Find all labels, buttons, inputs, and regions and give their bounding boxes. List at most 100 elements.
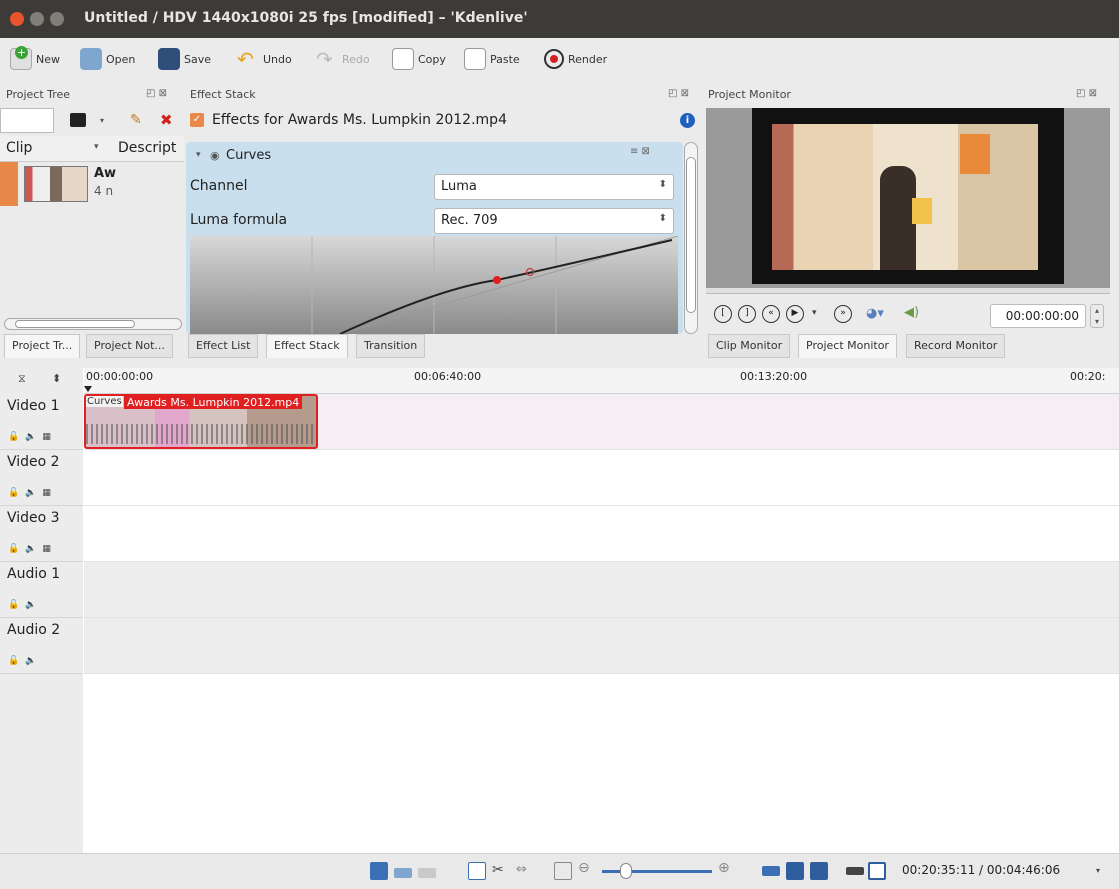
clip-list-item[interactable]: Aw 4 n xyxy=(0,162,184,206)
float-dock-icon[interactable]: ◰ ⊠ xyxy=(146,88,167,99)
show-markers-icon[interactable] xyxy=(418,868,436,878)
copy-button[interactable]: Copy xyxy=(392,46,446,72)
snap-icon[interactable] xyxy=(762,866,780,876)
timecode-input[interactable]: 00:00:00:00 xyxy=(990,304,1086,328)
ripple-icon[interactable] xyxy=(810,862,828,880)
zoom-slider[interactable] xyxy=(602,870,712,873)
track-controls-icons[interactable]: 🔓🔈▦ xyxy=(8,488,57,498)
overwrite-mode-icon[interactable] xyxy=(846,867,864,875)
add-clip-icon[interactable] xyxy=(70,113,86,127)
undo-button[interactable]: ↶ Undo xyxy=(237,46,292,72)
clip-list-header: Clip ▾ Descript xyxy=(0,136,184,162)
monitor-options-icon[interactable]: ◕▾ xyxy=(866,306,884,321)
forward-icon[interactable]: » xyxy=(834,305,852,323)
fit-zoom-icon[interactable] xyxy=(554,862,572,880)
zoom-slider-handle[interactable] xyxy=(620,863,632,879)
project-search-input[interactable] xyxy=(0,108,54,133)
close-window-icon[interactable] xyxy=(10,12,24,26)
zoom-out-icon[interactable]: ⊖ xyxy=(578,860,596,878)
tab-effect-list[interactable]: Effect List xyxy=(188,334,259,358)
split-audio-icon[interactable] xyxy=(786,862,804,880)
collapse-arrow-icon[interactable]: ▾ xyxy=(196,150,201,160)
horizontal-scrollbar[interactable] xyxy=(4,318,182,330)
monitor-ruler[interactable] xyxy=(706,288,1110,294)
track-lane-video-2[interactable] xyxy=(84,450,1119,506)
video-preview xyxy=(752,108,1064,284)
new-button[interactable]: + New xyxy=(10,46,60,72)
razor-tool-icon[interactable]: ✂ xyxy=(492,862,510,880)
maximize-window-icon[interactable] xyxy=(50,12,64,26)
set-zone-end-icon[interactable]: ] xyxy=(738,305,756,323)
track-header-video-1[interactable]: Video 1 🔓🔈▦ xyxy=(0,394,83,450)
chevron-down-icon[interactable]: ▾ xyxy=(100,116,104,125)
tab-project-tree[interactable]: Project Tr... xyxy=(4,334,81,358)
track-controls-icons[interactable]: 🔓🔈 xyxy=(8,600,42,610)
track-controls-icons[interactable]: 🔓🔈▦ xyxy=(8,544,57,554)
delete-clip-icon[interactable]: ✖ xyxy=(160,111,173,129)
folder-open-icon xyxy=(80,48,102,70)
effect-eye-icon[interactable]: ◉ xyxy=(210,149,220,162)
curve-point[interactable] xyxy=(493,276,501,284)
spacer-tool-icon[interactable]: ⇔ xyxy=(516,862,534,880)
video-frame xyxy=(772,124,1038,270)
timeline[interactable]: ⧖ ⬍ 00:00:00:00 00:06:40:00 00:13:20:00 … xyxy=(0,368,1119,853)
track-controls-icons[interactable]: 🔓🔈 xyxy=(8,656,42,666)
description-column-header[interactable]: Descript xyxy=(118,140,176,156)
tab-effect-stack[interactable]: Effect Stack xyxy=(266,334,348,358)
video-thumbnails-icon[interactable] xyxy=(370,862,388,880)
title-bar: Untitled / HDV 1440x1080i 25 fps [modifi… xyxy=(0,0,1119,38)
track-header-audio-1[interactable]: Audio 1 🔓🔈 xyxy=(0,562,83,618)
timecode-spinner[interactable]: ▴ ▾ xyxy=(1090,304,1104,328)
tab-clip-monitor[interactable]: Clip Monitor xyxy=(708,334,791,358)
track-name: Video 3 xyxy=(7,510,60,526)
copy-icon xyxy=(392,48,414,70)
float-dock-icon[interactable]: ◰ ⊠ xyxy=(1076,88,1097,99)
timeline-timecode: 00:20:35:11 / 00:04:46:06 xyxy=(902,863,1061,877)
audio-thumbnails-icon[interactable] xyxy=(394,868,412,878)
effect-stack-scrollbar[interactable] xyxy=(684,142,698,334)
selection-tool-icon[interactable] xyxy=(468,862,486,880)
set-zone-start-icon[interactable]: [ xyxy=(714,305,732,323)
certificate-image xyxy=(912,198,932,224)
zoom-in-icon[interactable]: ⊕ xyxy=(718,860,736,878)
chevron-down-icon[interactable]: ▾ xyxy=(1096,866,1100,875)
enable-effects-checkbox[interactable]: ✓ xyxy=(190,113,204,127)
save-button[interactable]: Save xyxy=(158,46,211,72)
track-lane-video-3[interactable] xyxy=(84,506,1119,562)
play-menu-chevron-icon[interactable]: ▾ xyxy=(812,308,817,318)
track-lane-audio-1[interactable] xyxy=(84,562,1119,618)
track-lane-audio-2[interactable] xyxy=(84,618,1119,674)
tab-transition[interactable]: Transition xyxy=(356,334,426,358)
clip-column-header[interactable]: Clip xyxy=(6,140,32,156)
paste-button[interactable]: Paste xyxy=(464,46,520,72)
tab-project-notes[interactable]: Project Not... xyxy=(86,334,173,358)
render-button[interactable]: Render xyxy=(544,46,607,72)
insert-mode-icon[interactable] xyxy=(868,862,886,880)
minimize-window-icon[interactable] xyxy=(30,12,44,26)
track-header-video-2[interactable]: Video 2 🔓🔈▦ xyxy=(0,450,83,506)
luma-formula-select[interactable]: Rec. 709 ⬍ xyxy=(434,208,674,234)
tab-project-monitor[interactable]: Project Monitor xyxy=(798,334,897,358)
track-header-video-3[interactable]: Video 3 🔓🔈▦ xyxy=(0,506,83,562)
channel-value: Luma xyxy=(441,179,477,194)
redo-button[interactable]: ↷ Redo xyxy=(316,46,370,72)
select-arrows-icon: ⬍ xyxy=(658,179,667,190)
zoom-fit-icon[interactable]: ⧖ xyxy=(18,372,26,386)
timeline-ruler[interactable]: 00:00:00:00 00:06:40:00 00:13:20:00 00:2… xyxy=(84,368,1119,394)
playhead-marker[interactable] xyxy=(84,386,92,392)
open-button[interactable]: Open xyxy=(80,46,135,72)
track-controls-icons[interactable]: 🔓🔈▦ xyxy=(8,432,57,442)
play-icon[interactable]: ▶ xyxy=(786,305,804,323)
track-header-audio-2[interactable]: Audio 2 🔓🔈 xyxy=(0,618,83,674)
tab-record-monitor[interactable]: Record Monitor xyxy=(906,334,1006,358)
edit-clip-icon[interactable]: ✎ xyxy=(130,112,142,128)
volume-icon[interactable]: ◀) xyxy=(904,305,919,320)
timeline-clip[interactable]: Curves Awards Ms. Lumpkin 2012.mp4 xyxy=(84,394,318,449)
rewind-icon[interactable]: « xyxy=(762,305,780,323)
channel-select[interactable]: Luma ⬍ xyxy=(434,174,674,200)
curve-editor[interactable] xyxy=(190,236,678,334)
track-height-icon[interactable]: ⬍ xyxy=(52,372,61,385)
effect-menu-icon[interactable]: ≡ ⊠ xyxy=(630,146,650,157)
float-dock-icon[interactable]: ◰ ⊠ xyxy=(668,88,689,99)
info-icon[interactable]: i xyxy=(680,113,695,128)
